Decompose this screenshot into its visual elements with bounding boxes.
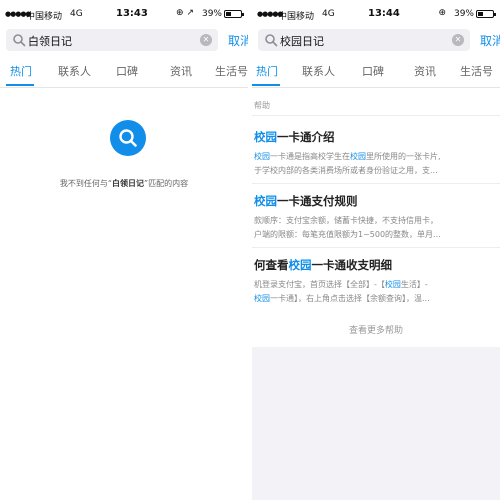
title-text: 一卡通收支明细 (311, 258, 393, 272)
status-bar: ●●●●● 中国移动 4G 13:43 ⊕ ↗ 39% (0, 0, 248, 28)
battery-icon (476, 9, 496, 18)
snippet-text: 生活】- (400, 280, 428, 289)
help-item-title: 何查看校园一卡通收支明细 (254, 257, 392, 273)
help-item-snippet: 款顺序：支付宝余额，储蓄卡快捷，不支持信用卡， (254, 216, 438, 225)
empty-keyword: 白领日记 (112, 179, 144, 188)
tab-koubei[interactable]: 口碑 (362, 63, 384, 79)
battery-percent: 39% (453, 9, 474, 19)
help-item-snippet: 于学校内部的各类消费场所或者身份验证之用，支... (254, 166, 438, 175)
carrier-label: 中国移动 (278, 12, 315, 22)
snippet-highlight: 校园 (384, 280, 401, 289)
divider (252, 183, 500, 184)
left-screen: ●●●●● 中国移动 4G 13:43 ⊕ ↗ 39% 白领日记 ✕ 取消 热门… (0, 0, 248, 500)
snippet-highlight: 校园 (254, 152, 270, 161)
search-input[interactable]: 白领日记 ✕ (6, 29, 218, 51)
clock: 13:44 (368, 8, 400, 19)
category-tabs: 热门 联系人 口碑 资讯 生活号 (0, 54, 248, 88)
battery-indicator: 39% (453, 9, 496, 19)
tab-hot[interactable]: 热门 (256, 63, 278, 79)
title-text: 一卡通支付规则 (277, 194, 358, 208)
search-value: 白领日记 (28, 35, 72, 48)
battery-icon (224, 9, 244, 18)
location-icon: ⊕ ↗ (176, 8, 194, 18)
battery-percent: 39% (201, 9, 222, 19)
cancel-button[interactable]: 取消 (228, 32, 248, 49)
help-item-snippet: 机登录支付宝，首页选择【全部】-【校园生活】- (254, 279, 428, 290)
tab-news[interactable]: 资讯 (170, 63, 192, 79)
search-row: 白领日记 ✕ 取消 (0, 28, 248, 52)
lock-rotation-icon: ⊕ (438, 8, 446, 18)
clear-icon[interactable]: ✕ (452, 34, 464, 46)
clear-icon[interactable]: ✕ (200, 34, 212, 46)
battery-indicator: 39% (201, 9, 244, 19)
help-item-snippet: 户端的限额：每笔充值限额为1~500的整数，单月... (254, 230, 441, 239)
tab-life[interactable]: 生活号 (215, 63, 248, 79)
title-highlight: 校园 (254, 130, 277, 144)
status-bar: ●●●●● 中国移动 4G 13:44 ⊕ 39% (252, 0, 500, 28)
empty-result-message: 我不到任何与“白领日记”匹配的内容 (0, 178, 248, 189)
snippet-text: 一卡通】，右上角点击选择【余额查询】，温... (270, 294, 430, 303)
divider (252, 115, 500, 116)
tab-contacts[interactable]: 联系人 (58, 63, 91, 79)
clock: 13:43 (116, 8, 148, 19)
tab-life[interactable]: 生活号 (460, 63, 493, 79)
title-text: 一卡通介绍 (277, 130, 335, 144)
search-icon (265, 34, 278, 47)
right-screen: ●●●●● 中国移动 4G 13:44 ⊕ 39% 校园日记 ✕ 取消 热门 联… (252, 0, 500, 500)
search-row: 校园日记 ✕ 取消 (252, 28, 500, 52)
empty-prefix: 我不到任何与“ (59, 179, 112, 188)
snippet-text: 机登录支付宝，首页选择【全部】-【 (254, 280, 385, 289)
search-input[interactable]: 校园日记 ✕ (258, 29, 470, 51)
help-item-snippet: 校园一卡通】，右上角点击选择【余额查询】，温... (254, 293, 430, 304)
title-highlight: 校园 (254, 194, 277, 208)
divider (252, 247, 500, 248)
tab-contacts[interactable]: 联系人 (302, 63, 335, 79)
snippet-text: 一卡通是指高校学生在 (270, 152, 350, 161)
search-icon (13, 34, 26, 47)
help-item-title: 校园一卡通支付规则 (254, 193, 358, 209)
snippet-highlight: 校园 (350, 152, 366, 161)
empty-suffix: ”匹配的内容 (144, 179, 189, 188)
snippet-text: 里所使用的一张卡片, (366, 152, 441, 161)
view-more-help-link[interactable]: 查看更多帮助 (252, 323, 500, 336)
title-text: 何查看 (254, 258, 289, 272)
cancel-button[interactable]: 取消 (480, 32, 500, 49)
network-label: 4G (70, 9, 83, 19)
title-highlight: 校园 (288, 258, 312, 272)
section-title: 帮助 (254, 101, 270, 110)
search-value: 校园日记 (280, 35, 324, 48)
tab-hot[interactable]: 热门 (10, 63, 32, 79)
active-tab-indicator (252, 84, 280, 86)
snippet-highlight: 校园 (254, 294, 270, 303)
empty-area (252, 347, 500, 500)
network-label: 4G (322, 9, 335, 19)
tab-koubei[interactable]: 口碑 (116, 63, 138, 79)
empty-search-icon (110, 120, 146, 156)
tab-news[interactable]: 资讯 (414, 63, 436, 79)
active-tab-indicator (6, 84, 34, 86)
help-results: 帮助 校园一卡通介绍 校园一卡通是指高校学生在校园里所使用的一张卡片, 于学校内… (252, 89, 500, 500)
help-item-title: 校园一卡通介绍 (254, 129, 335, 145)
help-item-snippet: 校园一卡通是指高校学生在校园里所使用的一张卡片, (254, 151, 441, 162)
carrier-label: 中国移动 (26, 12, 63, 22)
category-tabs: 热门 联系人 口碑 资讯 生活号 (252, 54, 500, 88)
